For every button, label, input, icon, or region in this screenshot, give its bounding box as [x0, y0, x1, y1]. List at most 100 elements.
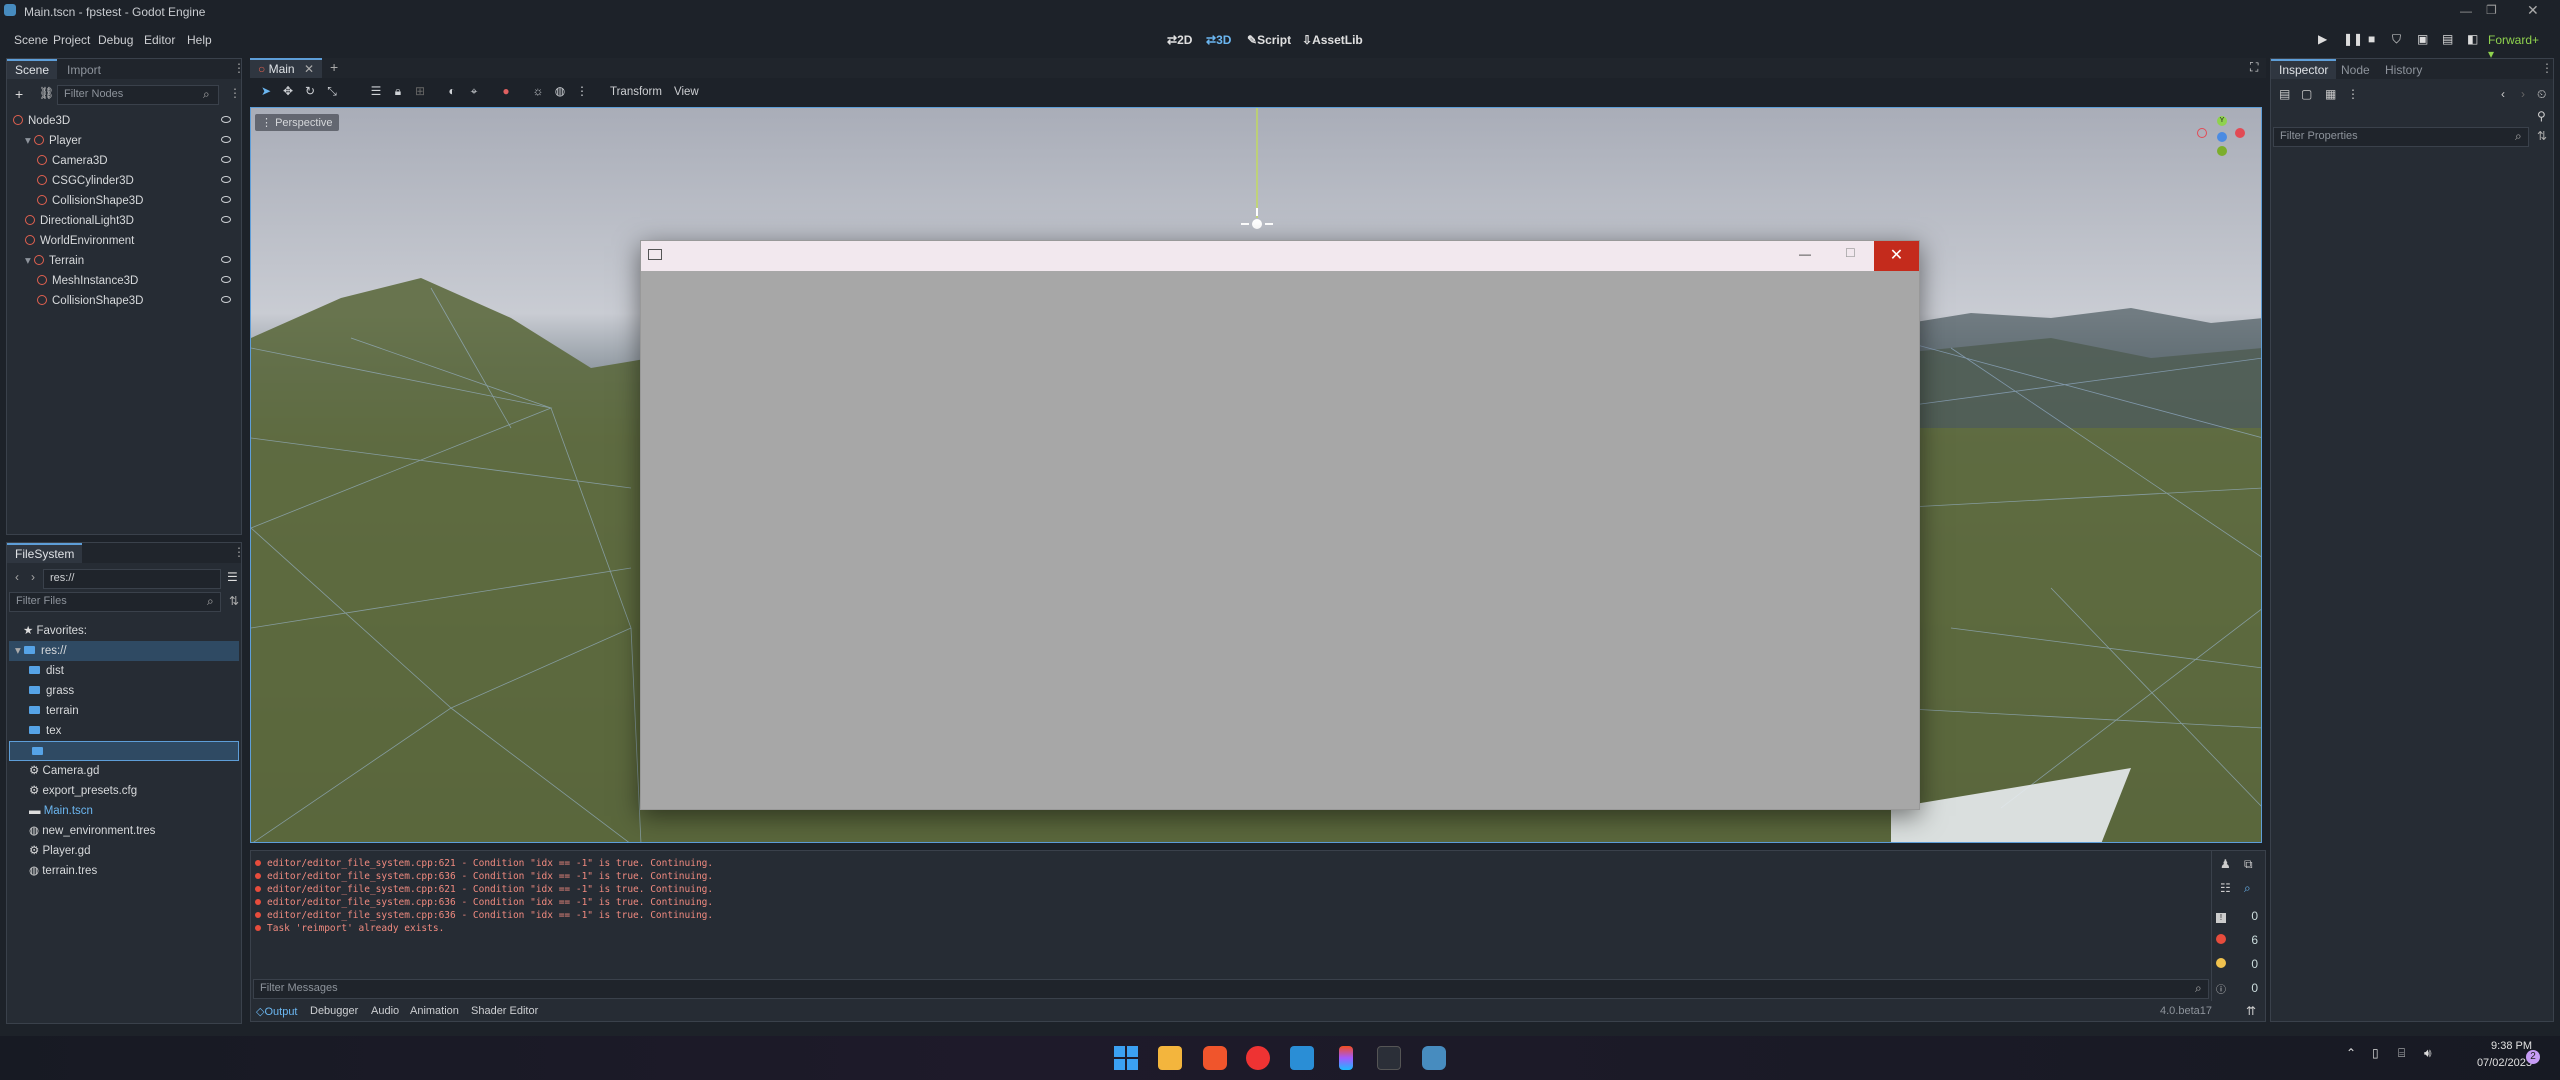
- filter-messages-input[interactable]: Filter Messages: [253, 979, 2209, 999]
- workspace-2d-button[interactable]: ⇄2D: [1167, 33, 1208, 47]
- vscode-icon[interactable]: [1290, 1046, 1314, 1070]
- play-icon[interactable]: ▶: [2318, 32, 2327, 46]
- file-list-item[interactable]: [9, 741, 239, 761]
- clock-date[interactable]: 07/02/2023: [2452, 1057, 2532, 1069]
- menu-editor[interactable]: Editor: [144, 33, 175, 47]
- remote-debug-icon[interactable]: ⛉: [2392, 32, 2401, 47]
- tab-animation[interactable]: Animation: [410, 1005, 459, 1017]
- scene-tree-node[interactable]: Camera3D: [7, 151, 241, 171]
- load-resource-icon[interactable]: ▢: [2301, 87, 2312, 101]
- close-tab-icon[interactable]: ✕: [304, 62, 314, 76]
- visibility-eye-icon[interactable]: [221, 216, 231, 223]
- scene-tree-node[interactable]: ▾ Terrain: [7, 251, 241, 271]
- new-tab-icon[interactable]: +: [330, 59, 338, 75]
- camera-override-icon[interactable]: ●: [499, 84, 513, 98]
- object-history-icon[interactable]: ⏲: [2537, 87, 2546, 102]
- youtube-music-icon[interactable]: [1246, 1046, 1270, 1070]
- tab-audio[interactable]: Audio: [371, 1005, 399, 1017]
- notification-badge[interactable]: 2: [2526, 1050, 2540, 1064]
- dock-menu-icon[interactable]: ⋮: [233, 61, 245, 75]
- file-explorer-icon[interactable]: [1158, 1046, 1182, 1070]
- dock-menu-icon[interactable]: ⋮: [233, 545, 245, 559]
- copy-output-icon[interactable]: ⧉: [2244, 857, 2253, 872]
- tab-filesystem[interactable]: FileSystem: [7, 543, 83, 563]
- play-scene-icon[interactable]: ▣: [2417, 32, 2428, 46]
- instance-scene-icon[interactable]: ⛓: [39, 86, 54, 100]
- perspective-menu[interactable]: ⋮ Perspective: [255, 114, 339, 131]
- play-custom-scene-icon[interactable]: ▤: [2442, 32, 2453, 46]
- list-tool-icon[interactable]: ☰: [369, 84, 383, 98]
- scene-tree-node[interactable]: DirectionalLight3D: [7, 211, 241, 231]
- transform-menu[interactable]: Transform: [610, 86, 662, 98]
- lock-icon[interactable]: 🔒︎: [391, 84, 405, 98]
- clock-time[interactable]: 9:38 PM: [2472, 1040, 2532, 1052]
- terminal-icon[interactable]: [1377, 1046, 1401, 1070]
- favorites-row[interactable]: ★ Favorites:: [7, 621, 241, 641]
- brave-browser-icon[interactable]: [1203, 1046, 1227, 1070]
- scene-options-icon[interactable]: ⋮: [229, 86, 241, 100]
- visibility-eye-icon[interactable]: [221, 296, 231, 303]
- tab-history[interactable]: History: [2377, 61, 2430, 79]
- collapse-icon[interactable]: ☷: [2220, 881, 2231, 895]
- distraction-free-icon[interactable]: ⛶: [2250, 60, 2258, 75]
- expand-caret-icon[interactable]: ▾: [25, 135, 34, 147]
- menu-debug[interactable]: Debug: [98, 33, 133, 47]
- tab-node[interactable]: Node: [2333, 61, 2378, 79]
- usb-icon[interactable]: ▯: [2372, 1046, 2379, 1060]
- file-list-item[interactable]: ◍ new_environment.tres: [7, 821, 241, 841]
- file-list-item[interactable]: ⚙ Player.gd: [7, 841, 241, 861]
- tab-shader-editor[interactable]: Shader Editor: [471, 1005, 538, 1017]
- volume-icon[interactable]: 🔊︎: [2424, 1046, 2432, 1061]
- scene-tree-node[interactable]: WorldEnvironment: [7, 231, 241, 251]
- tab-scene[interactable]: Scene: [7, 59, 58, 79]
- path-input[interactable]: res://: [43, 569, 221, 589]
- sort-icon[interactable]: ⇅: [229, 594, 239, 608]
- file-list-item[interactable]: ⚙ Camera.gd: [7, 761, 241, 781]
- save-resource-icon[interactable]: ▦: [2325, 87, 2336, 101]
- workspace-assetlib-button[interactable]: ⇩AssetLib: [1302, 33, 1379, 47]
- file-list-item[interactable]: ◍ terrain.tres: [7, 861, 241, 881]
- visibility-eye-icon[interactable]: [221, 176, 231, 183]
- errors-toggle[interactable]: 6: [2216, 933, 2262, 949]
- clear-output-icon[interactable]: ♟: [2220, 857, 2231, 871]
- figma-icon[interactable]: [1339, 1046, 1353, 1070]
- tab-debugger[interactable]: Debugger: [310, 1005, 358, 1017]
- scene-tree-node[interactable]: MeshInstance3D: [7, 271, 241, 291]
- pause-icon[interactable]: ❚❚: [2343, 32, 2363, 46]
- close-popup-button[interactable]: ✕: [1874, 241, 1919, 271]
- scene-tree-node[interactable]: CSGCylinder3D: [7, 171, 241, 191]
- move-tool-icon[interactable]: ✥: [281, 84, 295, 98]
- maximize-icon[interactable]: ☐: [1845, 246, 1856, 260]
- sun-preview-icon[interactable]: ☼: [531, 84, 545, 98]
- more-icon[interactable]: ⋮: [575, 84, 589, 98]
- file-list-item[interactable]: grass: [7, 681, 241, 701]
- group-icon[interactable]: ⊞: [413, 84, 427, 98]
- minimize-window-icon[interactable]: —: [2460, 4, 2472, 18]
- select-tool-icon[interactable]: ➤: [259, 84, 273, 98]
- expand-caret-icon[interactable]: ▾: [25, 255, 34, 267]
- visibility-eye-icon[interactable]: [221, 276, 231, 283]
- add-node-icon[interactable]: +: [15, 86, 23, 102]
- blank-popup-window[interactable]: — ☐ ✕: [640, 240, 1920, 810]
- view-menu[interactable]: View: [674, 86, 699, 98]
- filter-files-input[interactable]: Filter Files: [9, 592, 221, 612]
- tab-output[interactable]: ◇Output: [256, 1005, 298, 1018]
- windows-start-icon[interactable]: [1114, 1046, 1138, 1070]
- scene-tree-node[interactable]: CollisionShape3D: [7, 291, 241, 311]
- tab-inspector[interactable]: Inspector: [2271, 59, 2337, 79]
- snap-icon[interactable]: ⌖: [467, 84, 481, 98]
- history-back-icon[interactable]: ‹: [2501, 87, 2505, 101]
- view-gizmo[interactable]: Y: [2193, 114, 2253, 174]
- dock-menu-icon[interactable]: ⋮: [2541, 61, 2553, 75]
- stop-icon[interactable]: ■: [2368, 32, 2375, 46]
- info-toggle[interactable]: ⓘ 0: [2216, 981, 2262, 997]
- scale-tool-icon[interactable]: ⤡: [325, 84, 339, 98]
- scene-tree-node[interactable]: Node3D: [7, 111, 241, 131]
- file-list-item[interactable]: tex: [7, 721, 241, 741]
- messages-toggle[interactable]: ! 0: [2216, 909, 2262, 925]
- split-mode-icon[interactable]: ☰: [227, 570, 238, 584]
- local-space-icon[interactable]: ◐: [445, 84, 459, 98]
- visibility-eye-icon[interactable]: [221, 156, 231, 163]
- renderer-selector[interactable]: Forward+ ▾: [2488, 33, 2555, 61]
- visibility-eye-icon[interactable]: [221, 136, 231, 143]
